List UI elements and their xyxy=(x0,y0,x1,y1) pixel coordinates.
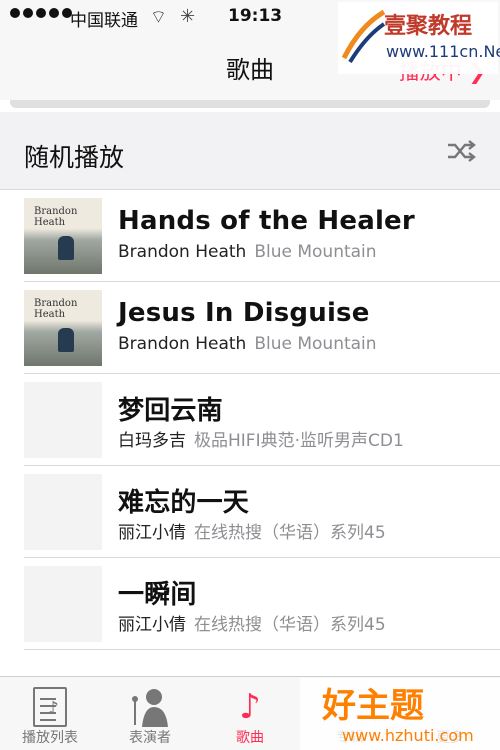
song-artist: 丽江小倩 xyxy=(118,615,186,635)
song-subtitle: 白玛多吉 极品HIFI典范·监听男声CD1 xyxy=(118,426,404,451)
album-artwork: Brandon Heath xyxy=(24,198,102,274)
row-divider xyxy=(24,649,500,650)
wifi-icon: ⌔ xyxy=(150,7,167,28)
watermark-url: www.111cn.Net xyxy=(386,42,500,61)
album-artwork-placeholder xyxy=(24,382,102,458)
song-artist: Brandon Heath xyxy=(118,334,247,354)
song-album: 在线热搜（华语）系列45 xyxy=(194,523,386,543)
music-note-icon: ♪ xyxy=(239,687,261,727)
song-artist: 丽江小倩 xyxy=(118,523,186,543)
artwork-figure xyxy=(58,236,74,260)
song-album: Blue Mountain xyxy=(254,242,377,262)
song-title: Hands of the Healer xyxy=(118,206,415,236)
playlist-icon: ♪ xyxy=(33,687,67,727)
tab-playlists[interactable]: ♪ 播放列表 xyxy=(0,677,100,750)
song-title: 一瞬间 xyxy=(118,580,197,610)
tab-songs[interactable]: ♪ 歌曲 xyxy=(200,677,300,750)
song-title: 难忘的一天 xyxy=(118,488,250,518)
song-artist: Brandon Heath xyxy=(118,242,247,262)
signal-strength-icon xyxy=(10,8,72,18)
watermark-brand: 好主题 xyxy=(322,686,424,726)
artwork-signature: Brandon Heath xyxy=(34,206,78,228)
song-album: 在线热搜（华语）系列45 xyxy=(194,615,386,635)
watermark-brand: 壹聚教程 xyxy=(384,14,473,39)
song-row[interactable]: Brandon Heath Jesus In Disguise Brandon … xyxy=(0,282,500,374)
carrier-label: 中国联通 xyxy=(70,11,138,31)
artist-icon xyxy=(132,689,168,727)
song-row[interactable]: 梦回云南 白玛多吉 极品HIFI典范·监听男声CD1 xyxy=(0,374,500,466)
song-subtitle: Brandon Heath Blue Mountain xyxy=(118,242,377,262)
song-row[interactable]: 难忘的一天 丽江小倩 在线热搜（华语）系列45 xyxy=(0,466,500,558)
tab-artists[interactable]: 表演者 xyxy=(100,677,200,750)
song-album: Blue Mountain xyxy=(254,334,377,354)
song-list: Brandon Heath Hands of the Healer Brando… xyxy=(0,190,500,650)
shuffle-all-row[interactable]: 随机播放 xyxy=(0,112,500,190)
album-artwork-placeholder xyxy=(24,566,102,642)
artwork-signature: Brandon Heath xyxy=(34,298,78,320)
song-subtitle: 丽江小倩 在线热搜（华语）系列45 xyxy=(118,610,386,635)
song-title: 梦回云南 xyxy=(118,396,223,426)
watermark-logo: 壹聚教程 www.111cn.Net xyxy=(338,2,500,74)
activity-spinner-icon: ✳ xyxy=(180,6,196,27)
tab-label: 歌曲 xyxy=(236,730,264,746)
header-shadow xyxy=(10,100,490,108)
song-subtitle: Brandon Heath Blue Mountain xyxy=(118,334,377,354)
song-row[interactable]: 一瞬间 丽江小倩 在线热搜（华语）系列45 xyxy=(0,558,500,650)
tab-label: 表演者 xyxy=(129,730,171,746)
watermark-swoosh-icon xyxy=(341,9,386,64)
shuffle-icon xyxy=(448,140,476,162)
watermark-url: www.hzhuti.com xyxy=(342,726,474,745)
song-artist: 白玛多吉 xyxy=(118,431,186,451)
tab-label: 播放列表 xyxy=(22,730,78,746)
clock: 19:13 xyxy=(228,6,283,26)
watermark-logo-bottom: 好主题 www.hzhuti.com xyxy=(300,678,500,750)
song-album: 极品HIFI典范·监听男声CD1 xyxy=(194,431,404,451)
shuffle-label: 随机播放 xyxy=(24,143,125,172)
song-title: Jesus In Disguise xyxy=(118,298,370,328)
artwork-figure xyxy=(58,328,74,352)
album-artwork: Brandon Heath xyxy=(24,290,102,366)
song-row[interactable]: Brandon Heath Hands of the Healer Brando… xyxy=(0,190,500,282)
album-artwork-placeholder xyxy=(24,474,102,550)
song-subtitle: 丽江小倩 在线热搜（华语）系列45 xyxy=(118,518,386,543)
